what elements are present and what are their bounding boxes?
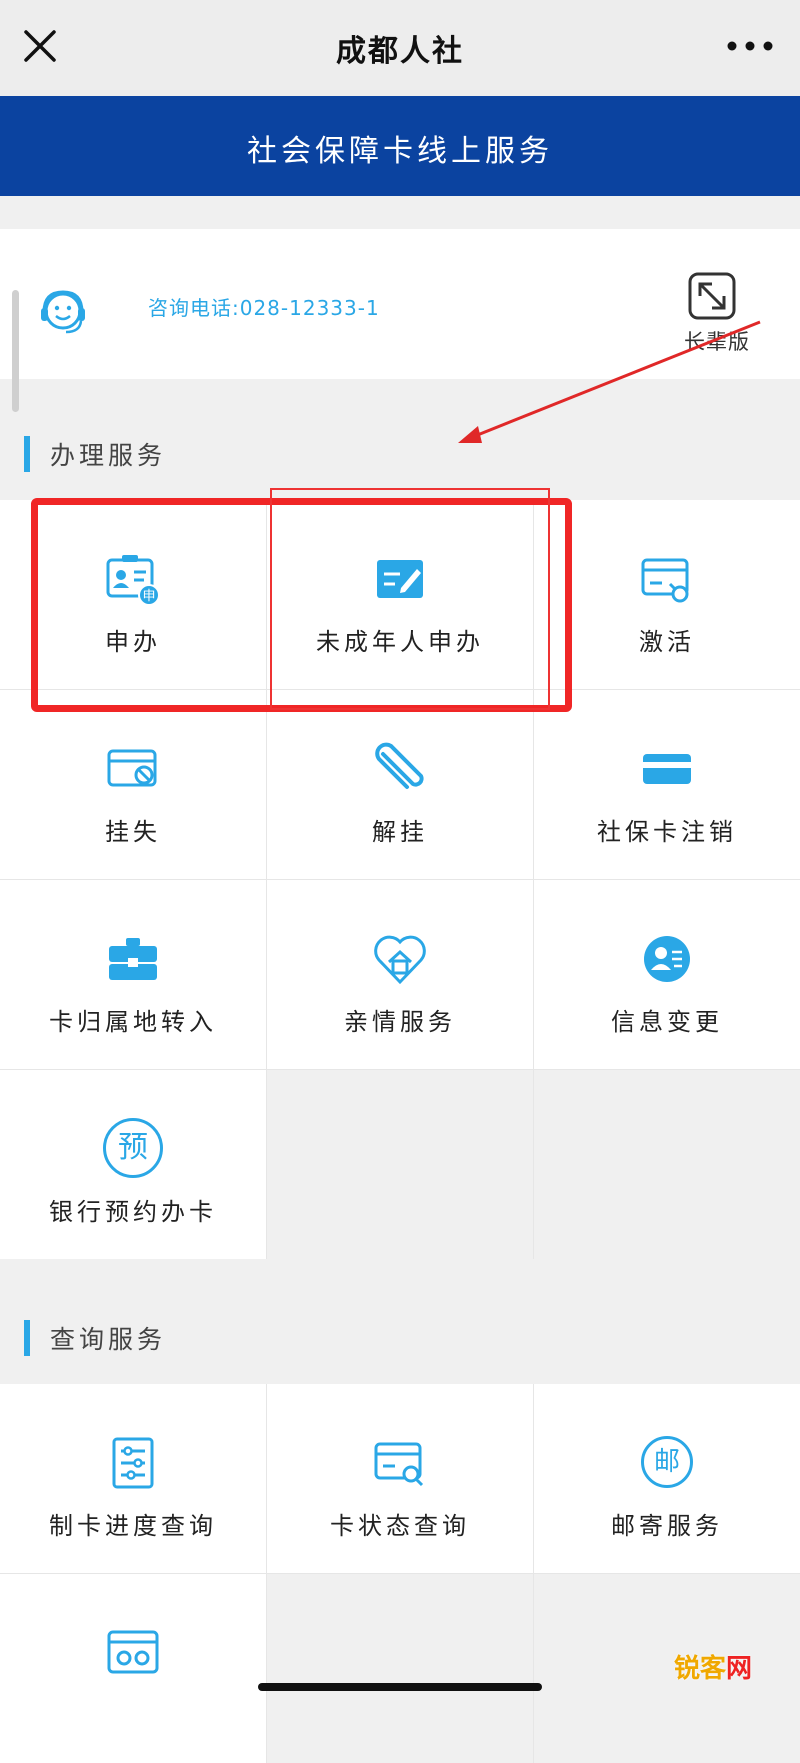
card-activate-icon (641, 558, 689, 603)
watermark-text-a: 锐客 (673, 1654, 726, 1684)
service-label: 卡归属地转入 (49, 1008, 217, 1036)
empty-cell (267, 1070, 533, 1259)
watermark-text-b: 网 (725, 1654, 752, 1684)
title-bar: 成都人社 (0, 0, 800, 96)
section-header-handle: 办理服务 (0, 414, 800, 494)
service-label: 挂失 (105, 818, 161, 846)
card-cancel-icon (643, 754, 691, 784)
service-label: 解挂 (372, 818, 428, 846)
banner-title: 社会保障卡线上服务 (247, 134, 553, 169)
service-card-cancel[interactable]: 社保卡注销 (534, 690, 800, 879)
empty-cell (267, 1574, 533, 1763)
card-search-icon (374, 1442, 424, 1487)
more-icon[interactable] (724, 30, 776, 62)
query-mail[interactable]: 邮 邮寄服务 (534, 1384, 800, 1573)
scroll-indicator[interactable] (12, 290, 19, 412)
reserve-icon-char: 预 (118, 1130, 148, 1165)
service-family[interactable]: 亲情服务 (267, 880, 533, 1069)
elder-mode-label: 长辈版 (684, 330, 750, 354)
service-label: 银行预约办卡 (49, 1198, 217, 1226)
empty-cell (534, 1070, 800, 1259)
progress-icon (112, 1437, 154, 1489)
service-label: 激活 (639, 628, 695, 656)
section-title: 办理服务 (50, 441, 167, 470)
paperclip-icon (375, 742, 424, 789)
briefcase-icon (109, 938, 157, 980)
service-label: 邮寄服务 (611, 1512, 723, 1540)
highlight-box-secondary (270, 488, 550, 710)
section-accent-bar (24, 1320, 30, 1356)
watermark: 锐客网 (674, 1648, 752, 1685)
service-label: 社保卡注销 (597, 818, 737, 846)
service-label: 亲情服务 (344, 1008, 456, 1036)
service-label: 制卡进度查询 (49, 1512, 217, 1540)
reserve-icon: 预 (103, 1118, 163, 1178)
expand-icon (688, 272, 736, 320)
home-indicator[interactable] (258, 1683, 542, 1691)
mail-icon: 邮 (641, 1436, 693, 1488)
service-transfer-in[interactable]: 卡归属地转入 (0, 880, 266, 1069)
service-banner: 社会保障卡线上服务 (0, 96, 800, 196)
home-heart-icon (374, 935, 426, 985)
empty-cell (534, 1574, 800, 1763)
service-report-loss[interactable]: 挂失 (0, 690, 266, 879)
query-more[interactable] (0, 1574, 266, 1763)
card-lost-icon (107, 749, 157, 787)
section-header-query: 查询服务 (0, 1298, 800, 1378)
service-label: 卡状态查询 (330, 1512, 470, 1540)
hotline-text[interactable]: 咨询电话:028-12333-1 (148, 292, 380, 321)
section-accent-bar (24, 436, 30, 472)
service-cancel-loss[interactable]: 解挂 (267, 690, 533, 879)
card-partial-icon (107, 1630, 159, 1674)
elder-mode-button[interactable]: 长辈版 (672, 266, 762, 356)
support-agent-icon (41, 290, 85, 334)
query-card-status[interactable]: 卡状态查询 (267, 1384, 533, 1573)
service-label: 信息变更 (611, 1008, 723, 1036)
section-title: 查询服务 (50, 1325, 167, 1354)
service-activate[interactable]: 激活 (534, 500, 800, 689)
query-progress[interactable]: 制卡进度查询 (0, 1384, 266, 1573)
user-info-icon (644, 936, 690, 982)
query-service-grid: 制卡进度查询 卡状态查询 邮 邮寄服务 (0, 1384, 800, 1763)
service-bank-reserve[interactable]: 预 银行预约办卡 (0, 1070, 266, 1259)
service-info-change[interactable]: 信息变更 (534, 880, 800, 1069)
mail-icon-char: 邮 (653, 1447, 680, 1477)
page-title: 成都人社 (336, 34, 464, 69)
